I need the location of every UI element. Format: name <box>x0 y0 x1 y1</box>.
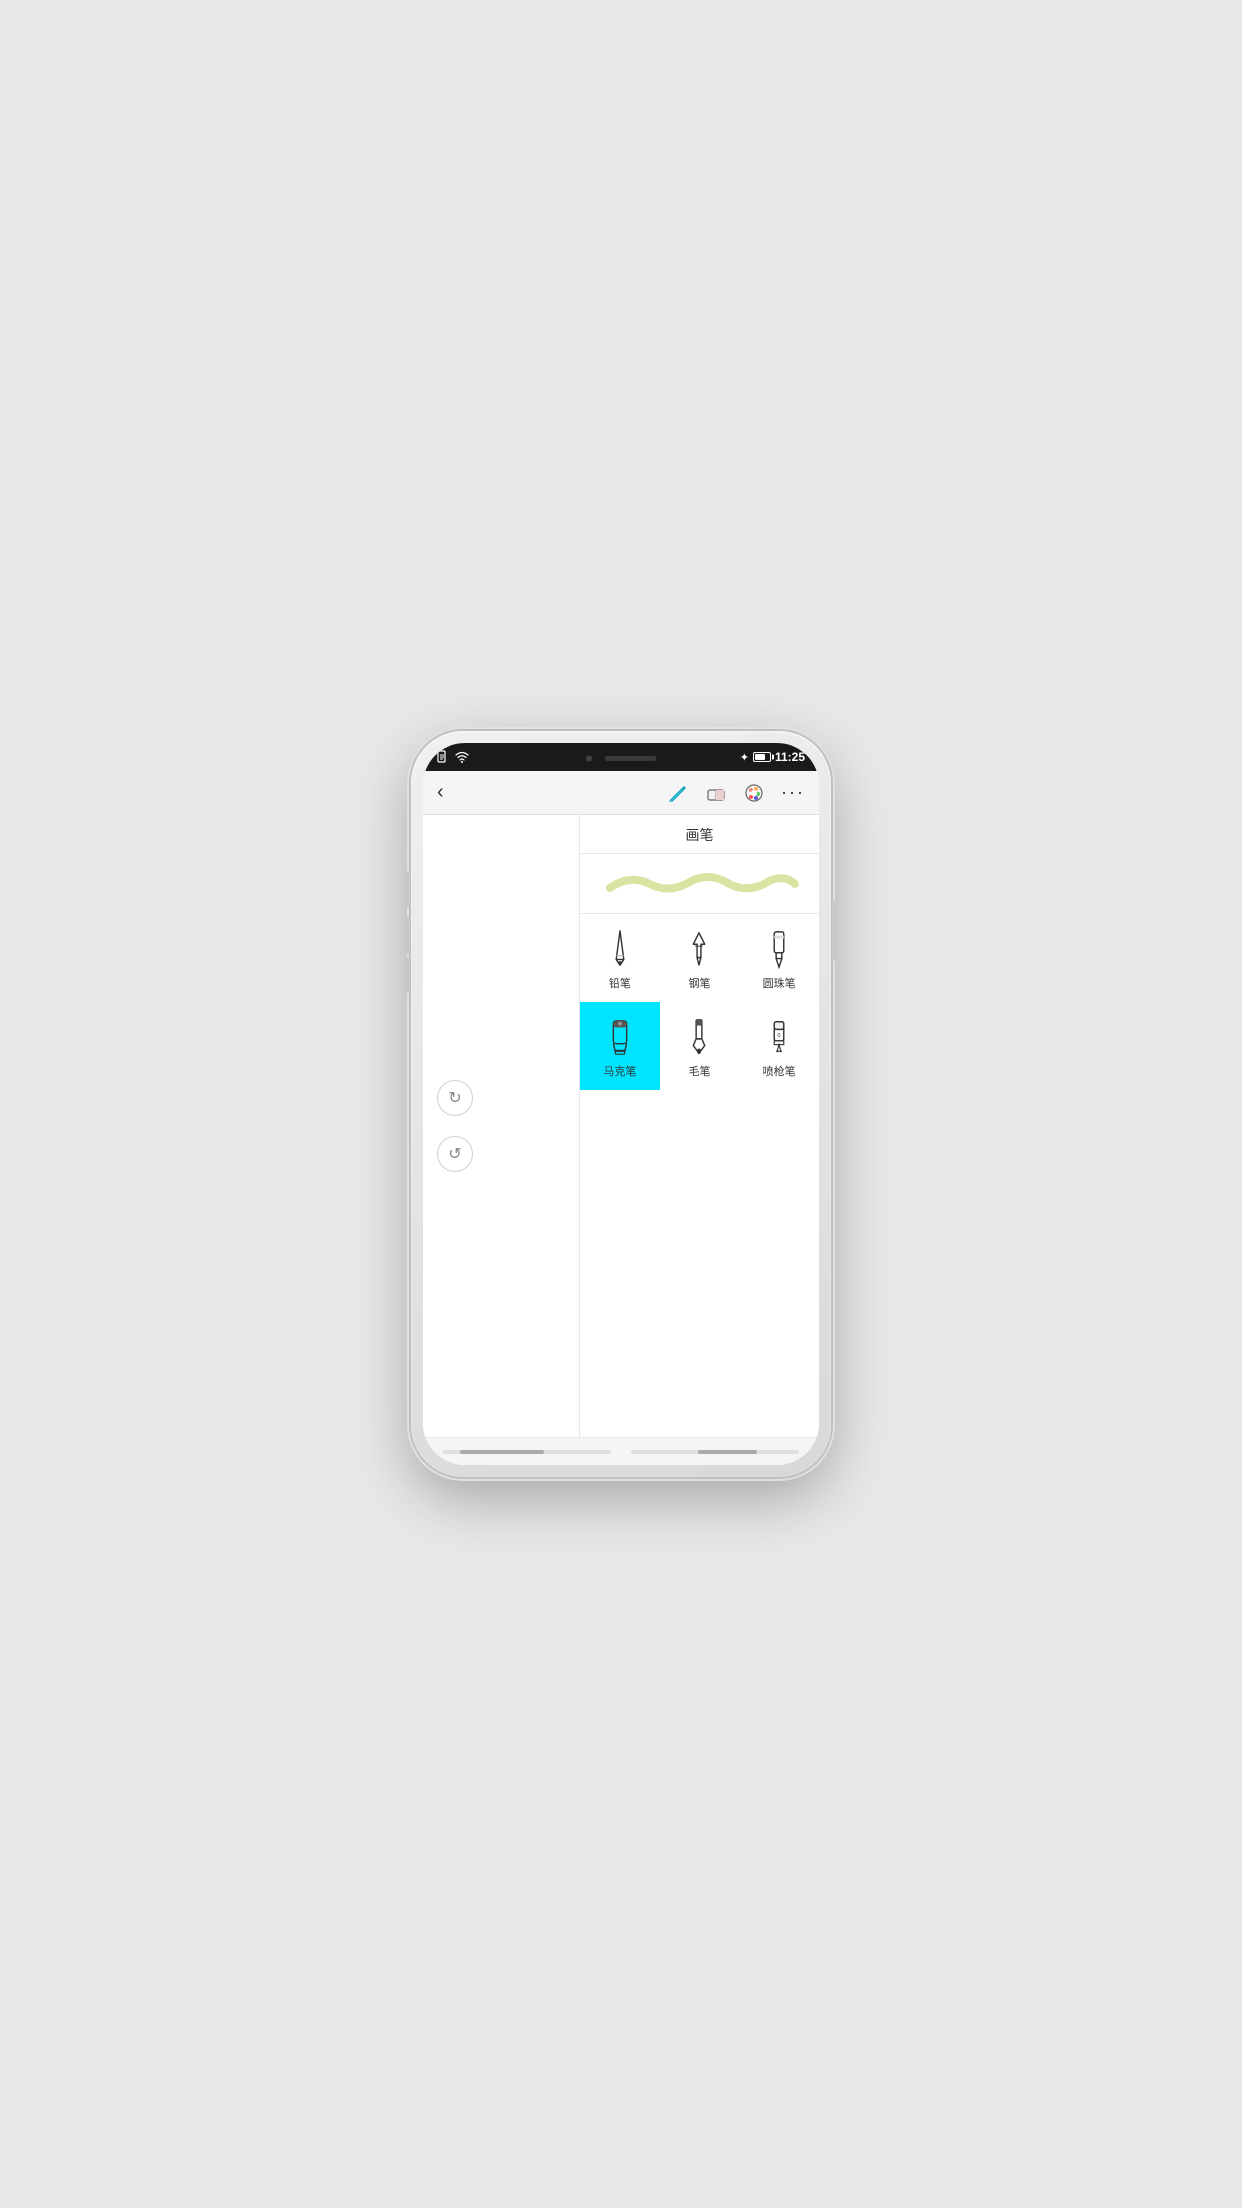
status-time: 11:25 <box>775 750 805 764</box>
brush-label-marker: 马克笔 <box>603 1063 636 1079</box>
back-button[interactable]: ‹ <box>437 777 452 808</box>
eraser-tool-button[interactable] <box>705 782 727 804</box>
scroll-track-right[interactable] <box>631 1450 799 1454</box>
status-right-icons: ✦ 11:25 <box>740 750 805 764</box>
brush-label-spray: 喷枪笔 <box>763 1063 796 1079</box>
status-left-icons <box>437 750 469 764</box>
scroll-thumb-left <box>460 1450 544 1454</box>
brush-preview-area <box>580 854 819 914</box>
panel-title: 画笔 <box>580 815 819 854</box>
brush-panel: 画笔 <box>579 815 819 1437</box>
brush-icon <box>667 782 689 804</box>
toolbar-right: ··· <box>667 782 805 804</box>
eraser-icon <box>705 782 727 804</box>
phone-frame: ✦ 11:25 ‹ <box>411 731 831 1477</box>
marker-icon <box>602 1017 638 1057</box>
brush-label-ballpen: 圆珠笔 <box>763 975 796 991</box>
action-buttons: ↻ ↺ <box>437 1080 473 1172</box>
palette-icon <box>743 782 765 804</box>
bezel-top <box>586 755 657 762</box>
brush-item-marker[interactable]: 马克笔 <box>580 1002 660 1090</box>
bottom-scrollbars <box>423 1437 819 1465</box>
brush-item-pen[interactable]: 钢笔 <box>660 914 740 1002</box>
more-button[interactable]: ··· <box>781 782 805 803</box>
canvas-area[interactable]: ↻ ↺ <box>423 815 579 1437</box>
redo-icon: ↻ <box>448 1088 461 1108</box>
speaker-bar <box>605 756 657 761</box>
main-content: ↻ ↺ 画笔 <box>423 815 819 1437</box>
undo-button[interactable]: ↺ <box>437 1136 473 1172</box>
brush-item-spray[interactable]: 0 喷枪笔 <box>739 1002 819 1090</box>
redo-button[interactable]: ↻ <box>437 1080 473 1116</box>
brush-tool-button[interactable] <box>667 782 689 804</box>
spray-icon: 0 <box>761 1017 797 1057</box>
scroll-thumb-right <box>698 1450 757 1454</box>
pencil-icon <box>602 929 638 969</box>
palette-tool-button[interactable] <box>743 782 765 804</box>
brush-item-brush[interactable]: 毛笔 <box>660 1002 740 1090</box>
toolbar-left: ‹ <box>437 777 452 808</box>
doc-icon <box>437 750 449 764</box>
brush-item-pencil[interactable]: 铅笔 <box>580 914 660 1002</box>
brush-stroke-preview <box>600 866 799 902</box>
brush-label-pencil: 铅笔 <box>609 975 631 991</box>
scroll-track-left[interactable] <box>443 1450 611 1454</box>
svg-text:0: 0 <box>778 1033 781 1039</box>
battery-icon <box>753 752 771 762</box>
undo-icon: ↺ <box>448 1144 461 1164</box>
toolbar: ‹ <box>423 771 819 815</box>
phone-screen: ✦ 11:25 ‹ <box>423 743 819 1465</box>
brush-label-pen: 钢笔 <box>688 975 710 991</box>
maobi-icon <box>681 1017 717 1057</box>
ballpen-icon <box>761 929 797 969</box>
brush-label-brush: 毛笔 <box>688 1063 710 1079</box>
brush-grid: 铅笔 钢笔 <box>580 914 819 1090</box>
camera-dot <box>586 755 593 762</box>
wifi-icon <box>455 751 469 763</box>
bluetooth-icon: ✦ <box>740 751 749 764</box>
brush-item-ballpen[interactable]: 圆珠笔 <box>739 914 819 1002</box>
pen-icon <box>681 929 717 969</box>
